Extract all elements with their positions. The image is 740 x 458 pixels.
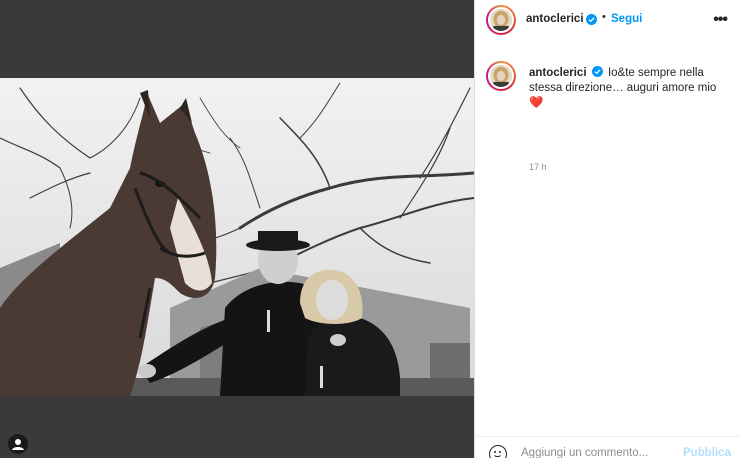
post-photo[interactable] (0, 78, 474, 396)
author-username[interactable]: antoclerici (526, 13, 584, 25)
emoji-icon[interactable] (489, 445, 507, 458)
comment-input[interactable] (521, 447, 671, 458)
publish-button[interactable]: Pubblica (683, 447, 731, 458)
verified-badge-icon (586, 14, 597, 25)
follow-button[interactable]: Segui (611, 13, 642, 25)
add-comment-bar: Pubblica (475, 436, 740, 458)
user-tag-icon[interactable] (8, 434, 28, 454)
post-media-panel (0, 0, 474, 458)
post-header: antoclerici • Segui ••• (475, 0, 740, 40)
heart-emoji: ❤️ (529, 97, 544, 109)
caption-author-username[interactable]: antoclerici (529, 67, 587, 79)
post-details-panel: antoclerici • Segui ••• antoclerici Io&t… (474, 0, 740, 458)
separator-dot: • (602, 11, 606, 23)
post-timestamp[interactable]: 17 h (529, 162, 547, 172)
author-avatar[interactable] (486, 5, 516, 35)
caption-author-avatar[interactable] (486, 61, 516, 91)
verified-badge-icon (591, 66, 603, 77)
caption-text-block: antoclerici Io&te sempre nella stessa di… (529, 66, 729, 111)
more-options-icon[interactable]: ••• (713, 11, 728, 29)
